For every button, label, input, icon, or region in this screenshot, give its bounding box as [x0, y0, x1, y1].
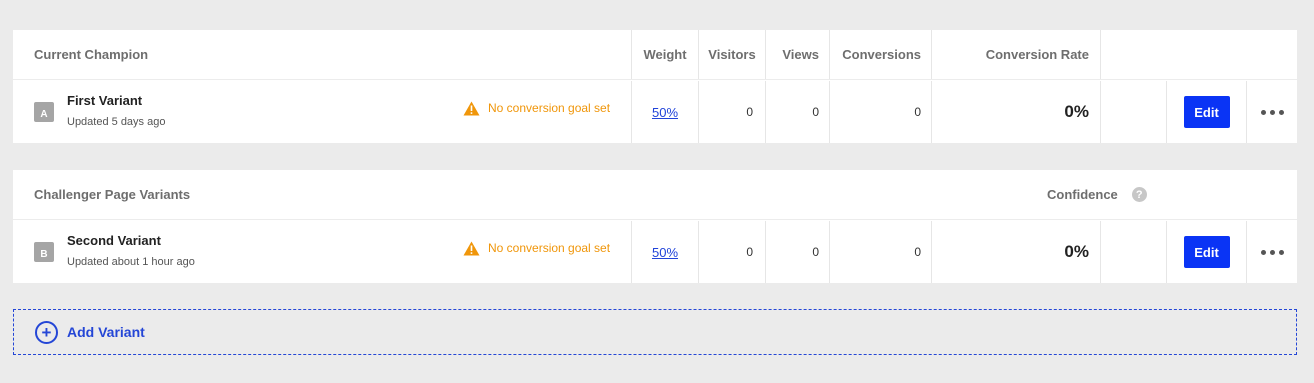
plus-circle-icon: + — [35, 320, 58, 344]
warning-text: No conversion goal set — [488, 241, 611, 255]
more-cell — [1246, 221, 1297, 283]
variant-badge: A — [34, 102, 54, 122]
conversion-rate-cell: 0% — [931, 221, 1100, 283]
champion-header-row: Current Champion Weight Visitors Views C… — [13, 30, 1297, 80]
visitors-header-cell: Visitors — [698, 30, 765, 79]
conversions-value: 0 — [914, 245, 921, 259]
conversion-rate-cell: 0% — [931, 81, 1100, 143]
views-header-cell: Views — [765, 30, 829, 79]
conversion-rate-value: 0% — [1064, 102, 1089, 121]
weight-cell: 50% — [631, 81, 698, 143]
warning-icon — [463, 101, 480, 115]
variant-name-cell: B Second Variant Updated about 1 hour ag… — [13, 221, 631, 283]
more-options-icon[interactable] — [1260, 249, 1284, 255]
challenger-panel: Challenger Page Variants Confidence ? B … — [13, 170, 1297, 283]
conversions-value: 0 — [914, 105, 921, 119]
variant-name[interactable]: First Variant — [67, 92, 165, 110]
variant-updated-text: Updated about 1 hour ago — [67, 255, 195, 268]
visitors-cell: 0 — [698, 81, 765, 143]
champion-section-title: Current Champion — [34, 47, 149, 62]
views-column-header: Views — [782, 47, 819, 62]
confidence-header-cell: Confidence ? — [1047, 170, 1167, 219]
variant-name-block: First Variant Updated 5 days ago — [67, 92, 165, 131]
visitors-column-header: Visitors — [708, 47, 756, 62]
variant-name-cell: A First Variant Updated 5 days ago No co… — [13, 81, 631, 143]
variant-badge: B — [34, 242, 54, 262]
add-variant-label: Add Variant — [67, 324, 145, 340]
conversion-rate-column-header: Conversion Rate — [985, 47, 1089, 62]
views-value: 0 — [812, 105, 819, 119]
help-icon[interactable]: ? — [1131, 187, 1147, 202]
champion-title-cell: Current Champion — [13, 30, 631, 79]
weight-link[interactable]: 50% — [652, 105, 678, 120]
warning-text: No conversion goal set — [488, 101, 611, 115]
views-cell: 0 — [765, 221, 829, 283]
challenger-section-title: Challenger Page Variants — [34, 187, 191, 202]
weight-link[interactable]: 50% — [652, 245, 678, 260]
conversion-rate-header-cell: Conversion Rate — [931, 30, 1100, 79]
conversion-goal-warning: No conversion goal set — [463, 217, 610, 279]
variant-updated-text: Updated 5 days ago — [67, 115, 166, 128]
variant-name[interactable]: Second Variant — [67, 232, 195, 250]
challenger-header-row: Challenger Page Variants Confidence ? — [13, 170, 1297, 220]
visitors-value: 0 — [746, 245, 753, 259]
conversions-cell: 0 — [829, 221, 931, 283]
spacer-cell — [1100, 221, 1166, 283]
variant-name-block: Second Variant Updated about 1 hour ago — [67, 232, 195, 271]
edit-button[interactable]: Edit — [1183, 236, 1230, 268]
warning-icon — [463, 241, 480, 255]
table-row: B Second Variant Updated about 1 hour ag… — [13, 221, 1297, 283]
edit-cell: Edit — [1166, 81, 1246, 143]
conversions-cell: 0 — [829, 81, 931, 143]
confidence-column-header: Confidence — [1047, 187, 1118, 202]
weight-cell: 50% — [631, 221, 698, 283]
edit-cell: Edit — [1166, 221, 1246, 283]
visitors-cell: 0 — [698, 221, 765, 283]
header-spacer-cell — [1100, 30, 1166, 79]
conversions-header-cell: Conversions — [829, 30, 931, 79]
views-cell: 0 — [765, 81, 829, 143]
spacer-cell — [1100, 81, 1166, 143]
challenger-title-cell: Challenger Page Variants — [13, 170, 631, 219]
views-value: 0 — [812, 245, 819, 259]
weight-column-header: Weight — [643, 47, 687, 62]
weight-header-cell: Weight — [631, 30, 698, 79]
more-cell — [1246, 81, 1297, 143]
table-row: A First Variant Updated 5 days ago No co… — [13, 81, 1297, 143]
champion-panel: Current Champion Weight Visitors Views C… — [13, 30, 1297, 143]
conversions-column-header: Conversions — [842, 47, 921, 62]
visitors-value: 0 — [746, 105, 753, 119]
more-options-icon[interactable] — [1260, 109, 1284, 115]
edit-button[interactable]: Edit — [1183, 96, 1230, 128]
conversion-rate-value: 0% — [1064, 242, 1089, 261]
add-variant-button[interactable]: + Add Variant — [13, 309, 1297, 355]
conversion-goal-warning: No conversion goal set — [463, 77, 610, 139]
